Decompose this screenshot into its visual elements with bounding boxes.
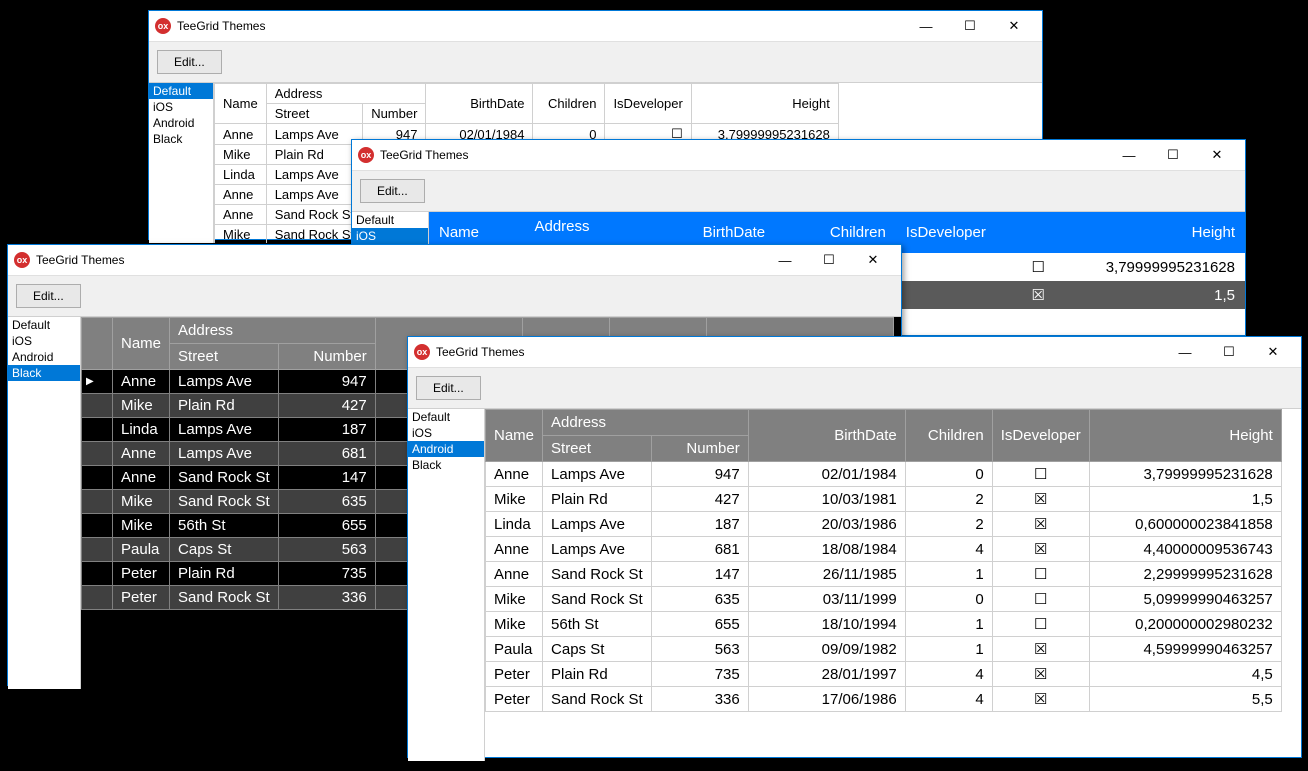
theme-item[interactable]: Default — [8, 317, 80, 333]
window-title: TeeGrid Themes — [36, 253, 763, 267]
theme-item[interactable]: iOS — [149, 99, 213, 115]
theme-item[interactable]: Android — [8, 349, 80, 365]
table-row: MikeSand Rock St63503/11/19990☐5,0999999… — [486, 587, 1282, 612]
col-number[interactable]: Number — [278, 344, 375, 370]
col-street[interactable]: Street — [266, 104, 363, 124]
maximize-button[interactable]: ☐ — [1151, 140, 1195, 170]
maximize-button[interactable]: ☐ — [948, 11, 992, 41]
col-height[interactable]: Height — [1055, 212, 1245, 253]
checkbox-icon[interactable]: ☒ — [992, 512, 1089, 537]
edit-button[interactable]: Edit... — [157, 50, 222, 74]
theme-list[interactable]: Default iOS Android Black — [8, 317, 81, 689]
theme-item[interactable]: iOS — [408, 425, 484, 441]
theme-item[interactable]: iOS — [8, 333, 80, 349]
col-isdev[interactable]: IsDeveloper — [605, 84, 691, 124]
titlebar[interactable]: ox TeeGrid Themes — ☐ ✕ — [352, 140, 1245, 171]
checkbox-icon[interactable]: ☒ — [992, 637, 1089, 662]
close-button[interactable]: ✕ — [1251, 337, 1295, 367]
app-icon: ox — [358, 147, 374, 163]
app-icon: ox — [414, 344, 430, 360]
theme-list[interactable]: Default iOS Android Black — [149, 83, 214, 243]
maximize-button[interactable]: ☐ — [807, 245, 851, 275]
checkbox-icon[interactable]: ☒ — [992, 662, 1089, 687]
table-row: AnneLamps Ave68118/08/19844☒4,4000000953… — [486, 537, 1282, 562]
col-children[interactable]: Children — [533, 84, 605, 124]
row-indicator-icon: ▶ — [82, 370, 113, 394]
window-android: ox TeeGrid Themes — ☐ ✕ Edit... Default … — [407, 336, 1302, 758]
col-height[interactable]: Height — [1089, 410, 1281, 462]
data-grid[interactable]: NameAddressBirthDateChildrenIsDeveloperH… — [485, 409, 1301, 761]
col-name[interactable]: Name — [113, 318, 170, 370]
theme-list[interactable]: Default iOS Android Black — [408, 409, 485, 761]
window-title: TeeGrid Themes — [177, 19, 904, 33]
checkbox-icon[interactable]: ☐ — [992, 612, 1089, 637]
col-children[interactable]: Children — [905, 410, 992, 462]
toolbar: Edit... — [352, 171, 1245, 212]
col-birth[interactable]: BirthDate — [748, 410, 905, 462]
col-address[interactable]: Address — [170, 318, 376, 344]
col-street[interactable]: Street — [543, 436, 652, 462]
col-street[interactable]: Street — [170, 344, 279, 370]
toolbar: Edit... — [408, 368, 1301, 409]
window-title: TeeGrid Themes — [436, 345, 1163, 359]
col-birth[interactable]: BirthDate — [426, 84, 533, 124]
theme-item[interactable]: Black — [408, 457, 484, 473]
table-row: MikePlain Rd42710/03/19812☒1,5 — [486, 487, 1282, 512]
table-row: PeterPlain Rd73528/01/19974☒4,5 — [486, 662, 1282, 687]
table-row: Mike56th St65518/10/19941☐0,200000002980… — [486, 612, 1282, 637]
app-icon: ox — [155, 18, 171, 34]
minimize-button[interactable]: — — [763, 245, 807, 275]
table-row: AnneSand Rock St14726/11/19851☐2,2999999… — [486, 562, 1282, 587]
theme-item[interactable]: Black — [149, 131, 213, 147]
table-row: PeterSand Rock St33617/06/19864☒5,5 — [486, 687, 1282, 712]
col-number[interactable]: Number — [363, 104, 426, 124]
edit-button[interactable]: Edit... — [360, 179, 425, 203]
close-button[interactable]: ✕ — [851, 245, 895, 275]
col-address[interactable]: Address — [266, 84, 426, 104]
checkbox-icon[interactable]: ☐ — [992, 562, 1089, 587]
edit-button[interactable]: Edit... — [416, 376, 481, 400]
app-icon: ox — [14, 252, 30, 268]
table-row: PaulaCaps St56309/09/19821☒4,59999990463… — [486, 637, 1282, 662]
table-row: AnneLamps Ave94702/01/19840☐3,7999999523… — [486, 462, 1282, 487]
col-number[interactable]: Number — [651, 436, 748, 462]
theme-item[interactable]: Default — [408, 409, 484, 425]
edit-button[interactable]: Edit... — [16, 284, 81, 308]
close-button[interactable]: ✕ — [992, 11, 1036, 41]
minimize-button[interactable]: — — [904, 11, 948, 41]
theme-item[interactable]: Black — [8, 365, 80, 381]
titlebar[interactable]: ox TeeGrid Themes — ☐ ✕ — [8, 245, 901, 276]
checkbox-icon[interactable]: ☒ — [992, 487, 1089, 512]
theme-item[interactable]: Android — [149, 115, 213, 131]
col-height[interactable]: Height — [691, 84, 838, 124]
theme-item[interactable]: iOS — [352, 228, 428, 244]
titlebar[interactable]: ox TeeGrid Themes — ☐ ✕ — [408, 337, 1301, 368]
theme-item[interactable]: Android — [408, 441, 484, 457]
checkbox-icon[interactable]: ☒ — [992, 687, 1089, 712]
theme-item[interactable]: Default — [352, 212, 428, 228]
checkbox-icon[interactable]: ☒ — [992, 537, 1089, 562]
theme-item[interactable]: Default — [149, 83, 213, 99]
toolbar: Edit... — [8, 276, 901, 317]
titlebar[interactable]: ox TeeGrid Themes — ☐ ✕ — [149, 11, 1042, 42]
close-button[interactable]: ✕ — [1195, 140, 1239, 170]
checkbox-icon[interactable]: ☐ — [992, 587, 1089, 612]
window-title: TeeGrid Themes — [380, 148, 1107, 162]
toolbar: Edit... — [149, 42, 1042, 83]
col-name[interactable]: Name — [215, 84, 267, 124]
checkbox-icon[interactable]: ☐ — [992, 462, 1089, 487]
minimize-button[interactable]: — — [1107, 140, 1151, 170]
col-address[interactable]: Address — [543, 410, 749, 436]
minimize-button[interactable]: — — [1163, 337, 1207, 367]
col-isdev[interactable]: IsDeveloper — [896, 212, 1055, 253]
col-isdev[interactable]: IsDeveloper — [992, 410, 1089, 462]
col-name[interactable]: Name — [486, 410, 543, 462]
col-address[interactable]: Address — [524, 212, 643, 241]
maximize-button[interactable]: ☐ — [1207, 337, 1251, 367]
table-row: LindaLamps Ave18720/03/19862☒0,600000023… — [486, 512, 1282, 537]
